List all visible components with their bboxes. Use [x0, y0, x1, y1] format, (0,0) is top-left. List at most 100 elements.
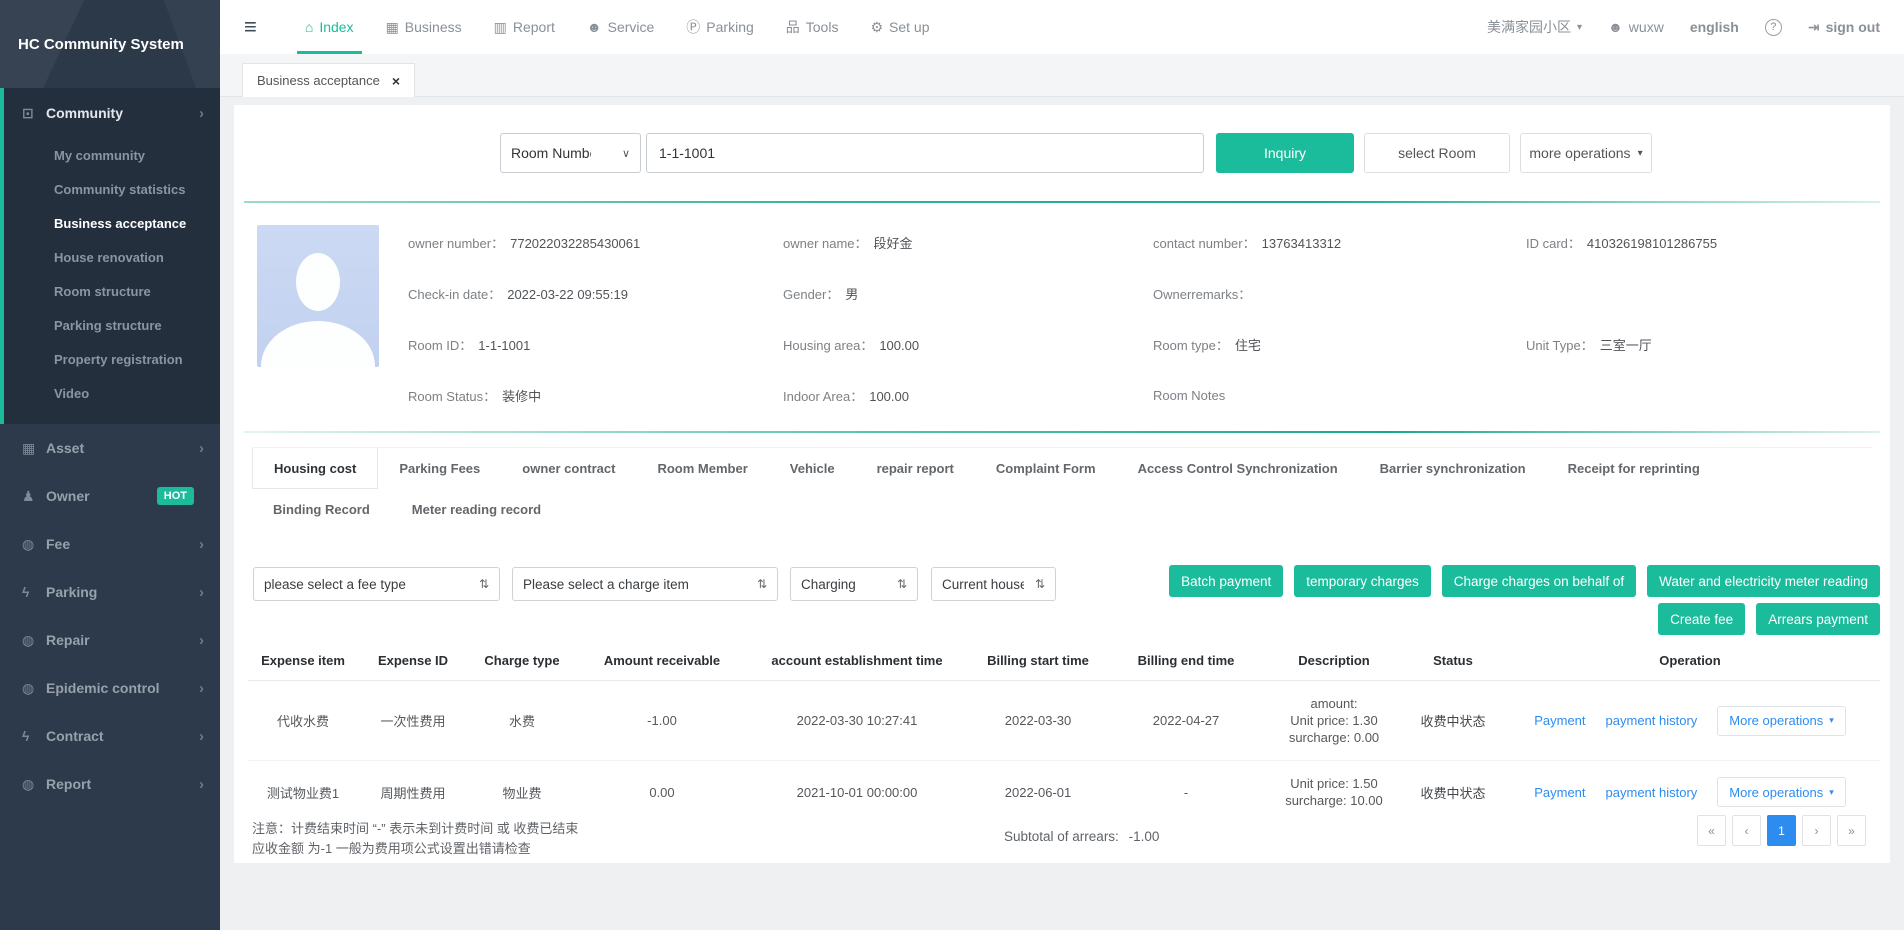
cell-status: 收费中状态 [1406, 761, 1500, 824]
sidebar-group-asset[interactable]: ▦ Asset › [0, 424, 220, 472]
flask-icon: ♟ [22, 488, 46, 505]
fee-type-select[interactable]: please select a fee type ⇅ [253, 567, 500, 601]
sidebar-submenu-community: My community Community statistics Busine… [4, 138, 220, 424]
updown-arrows-icon: ⇅ [1035, 577, 1045, 591]
tab-meter-reading-record[interactable]: Meter reading record [391, 489, 562, 530]
cell-charge-type: 水费 [468, 681, 576, 761]
sidebar-item-video[interactable]: Video [4, 376, 220, 410]
nav-item-tools[interactable]: 品 Tools [770, 0, 855, 54]
charge-item-select[interactable]: Please select a charge item ⇅ [512, 567, 778, 601]
nav-item-business[interactable]: ▦ Business [370, 0, 478, 54]
sidebar-group-label: Epidemic control [46, 680, 160, 696]
tab-housing-cost[interactable]: Housing cost [252, 448, 378, 489]
house-select[interactable]: Current house ⇅ [931, 567, 1056, 601]
temporary-charges-button[interactable]: temporary charges [1294, 565, 1431, 597]
sidebar-group-label: Community [46, 105, 123, 121]
sidebar-item-my-community[interactable]: My community [4, 138, 220, 172]
nav-item-parking[interactable]: Ⓟ Parking [670, 0, 769, 54]
sidebar-item-business-acceptance[interactable]: Business acceptance [4, 206, 220, 240]
nav-item-report[interactable]: ▥ Report [478, 0, 571, 54]
pagination: « ‹ 1 › » [1697, 815, 1866, 846]
sidebar-group-community[interactable]: ⊡ Community › [4, 88, 220, 138]
chevron-right-icon: › [199, 776, 204, 793]
content-panel: Room Number ∨ Inquiry select Room more o… [234, 105, 1890, 863]
tab-parking-fees[interactable]: Parking Fees [378, 448, 501, 489]
sidebar-group-repair[interactable]: ◍ Repair › [0, 616, 220, 664]
tab-owner-contract[interactable]: owner contract [501, 448, 636, 489]
last-page-button[interactable]: » [1837, 815, 1866, 846]
payment-link[interactable]: Payment [1534, 713, 1585, 728]
sidebar-group-label: Report [46, 776, 91, 792]
sidebar-item-parking-structure[interactable]: Parking structure [4, 308, 220, 342]
user-menu[interactable]: ☻ wuxw [1608, 19, 1664, 35]
charge-on-behalf-button[interactable]: Charge charges on behalf of [1442, 565, 1636, 597]
sidebar-item-room-structure[interactable]: Room structure [4, 274, 220, 308]
select-room-button[interactable]: select Room [1364, 133, 1510, 173]
sidebar-group-parking[interactable]: ϟ Parking › [0, 568, 220, 616]
col-description: Description [1262, 645, 1406, 681]
search-field-select[interactable]: Room Number ∨ [500, 133, 641, 173]
nav-label: Index [319, 19, 353, 35]
hamburger-icon[interactable]: ≡ [244, 14, 257, 40]
tab-access-control-sync[interactable]: Access Control Synchronization [1117, 448, 1359, 489]
bar-chart-icon: ▥ [494, 19, 507, 36]
sidebar-group-epidemic-control[interactable]: ◍ Epidemic control › [0, 664, 220, 712]
nav-item-index[interactable]: ⌂ Index [289, 0, 370, 54]
sidebar-item-property-registration[interactable]: Property registration [4, 342, 220, 376]
fee-type-value: please select a fee type [264, 577, 406, 592]
caret-down-icon: ▾ [1829, 715, 1834, 726]
tab-binding-record[interactable]: Binding Record [252, 489, 391, 530]
language-switch[interactable]: english [1690, 19, 1739, 35]
more-operations-label: More operations [1729, 785, 1823, 800]
meter-reading-button[interactable]: Water and electricity meter reading [1647, 565, 1880, 597]
sidebar-group-fee[interactable]: ◍ Fee › [0, 520, 220, 568]
tab-receipt-reprinting[interactable]: Receipt for reprinting [1547, 448, 1721, 489]
tab-room-member[interactable]: Room Member [636, 448, 768, 489]
tab-vehicle[interactable]: Vehicle [769, 448, 856, 489]
tab-business-acceptance[interactable]: Business acceptance × [242, 63, 415, 97]
sidebar-item-house-renovation[interactable]: House renovation [4, 240, 220, 274]
help-icon[interactable]: ? [1765, 19, 1782, 36]
cell-operation: Payment payment history More operations … [1500, 681, 1880, 761]
payment-history-link[interactable]: payment history [1606, 785, 1698, 800]
community-selector[interactable]: 美满家园小区 ▾ [1487, 17, 1582, 37]
more-operations-button[interactable]: More operations ▾ [1717, 706, 1845, 736]
nav-item-service[interactable]: ☻ Service [571, 0, 670, 54]
fee-action-buttons: Batch payment temporary charges Charge c… [1169, 565, 1880, 635]
payment-link[interactable]: Payment [1534, 785, 1585, 800]
cell-account-time: 2022-03-30 10:27:41 [748, 681, 966, 761]
sidebar-item-community-statistics[interactable]: Community statistics [4, 172, 220, 206]
detail-tabs-row2: Binding Record Meter reading record [252, 489, 1872, 530]
more-operations-button[interactable]: More operations ▾ [1717, 777, 1845, 807]
charging-select[interactable]: Charging ⇅ [790, 567, 918, 601]
sidebar-group-report[interactable]: ◍ Report › [0, 760, 220, 808]
tab-barrier-sync[interactable]: Barrier synchronization [1359, 448, 1547, 489]
first-page-button[interactable]: « [1697, 815, 1726, 846]
inquiry-button[interactable]: Inquiry [1216, 133, 1354, 173]
charge-item-value: Please select a charge item [523, 577, 689, 592]
cell-billing-end: - [1110, 761, 1262, 824]
subtotal-value: -1.00 [1129, 829, 1160, 844]
create-fee-button[interactable]: Create fee [1658, 603, 1745, 635]
prev-page-button[interactable]: ‹ [1732, 815, 1761, 846]
batch-payment-button[interactable]: Batch payment [1169, 565, 1283, 597]
sidebar-group-owner[interactable]: ♟ Owner HOT [0, 472, 220, 520]
sign-out-button[interactable]: ⇥ sign out [1808, 19, 1880, 36]
close-icon[interactable]: × [392, 73, 400, 89]
chevron-right-icon: › [199, 632, 204, 649]
arrears-payment-button[interactable]: Arrears payment [1756, 603, 1880, 635]
tab-complaint-form[interactable]: Complaint Form [975, 448, 1117, 489]
page-1-button[interactable]: 1 [1767, 815, 1796, 846]
avatar-head [296, 253, 340, 311]
sidebar-group-contract[interactable]: ϟ Contract › [0, 712, 220, 760]
search-input[interactable] [646, 133, 1204, 173]
tab-repair-report[interactable]: repair report [856, 448, 975, 489]
nav-item-setup[interactable]: ⚙ Set up [854, 0, 945, 54]
payment-history-link[interactable]: payment history [1606, 713, 1698, 728]
nav-label: Tools [806, 19, 839, 35]
more-operations-dropdown[interactable]: more operations ▾ [1520, 133, 1652, 173]
field-checkin-date: Check-in date：2022-03-22 09:55:19 [408, 284, 783, 303]
sidebar-group-label: Parking [46, 584, 97, 600]
nav-label: Set up [889, 19, 929, 35]
next-page-button[interactable]: › [1802, 815, 1831, 846]
